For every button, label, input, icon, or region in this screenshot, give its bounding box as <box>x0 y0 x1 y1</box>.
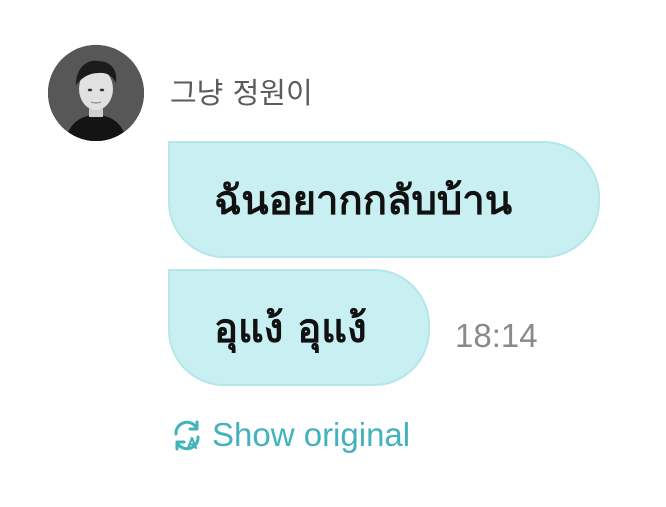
message-bubble[interactable]: ฉันอยากกลับบ้าน <box>168 141 600 258</box>
sender-avatar[interactable] <box>48 45 144 141</box>
message-timestamp: 18:14 <box>455 317 538 354</box>
avatar-photo <box>48 45 144 141</box>
translate-refresh-icon <box>174 420 200 451</box>
sender-name: 그냥 정원이 <box>170 76 313 110</box>
message-bubble[interactable]: อุแง้ อุแง้ <box>168 269 430 386</box>
message-text: ฉันอยากกลับบ้าน <box>214 177 513 224</box>
show-original-button[interactable]: Show original <box>170 415 410 455</box>
message-text: อุแง้ อุแง้ <box>214 305 367 352</box>
show-original-label: Show original <box>212 416 411 453</box>
